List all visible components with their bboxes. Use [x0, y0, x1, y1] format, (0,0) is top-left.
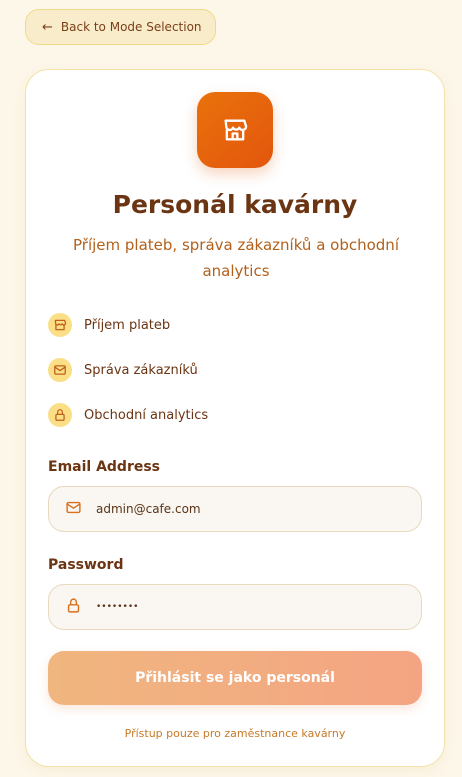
mail-icon	[48, 358, 72, 382]
email-value: admin@cafe.com	[96, 502, 201, 516]
password-label: Password	[48, 557, 124, 573]
email-label: Email Address	[48, 459, 161, 475]
feature-label: Správa zákazníků	[84, 362, 198, 378]
feature-label: Obchodní analytics	[84, 407, 209, 423]
login-card: Personál kavárny Příjem plateb, správa z…	[25, 69, 445, 767]
feature-item-analytics: Obchodní analytics	[48, 403, 208, 427]
store-icon	[48, 313, 72, 337]
arrow-left-icon: ←	[42, 19, 53, 35]
page-title: Personál kavárny	[112, 190, 358, 219]
lock-icon	[65, 597, 82, 618]
page-subtitle: Příjem plateb, správa zákazníků a obchod…	[73, 236, 399, 280]
storefront-icon	[197, 92, 273, 168]
password-field[interactable]: ••••••••	[48, 584, 422, 630]
password-value: ••••••••	[96, 602, 139, 612]
feature-item-customers: Správa zákazníků	[48, 358, 198, 382]
lock-icon	[48, 403, 72, 427]
login-staff-button[interactable]: Přihlásit se jako personál	[48, 651, 422, 705]
back-button-label: Back to Mode Selection	[60, 20, 202, 34]
mail-icon	[65, 499, 82, 520]
feature-item-payments: Příjem plateb	[48, 313, 170, 337]
email-field[interactable]: admin@cafe.com	[48, 486, 422, 532]
back-to-mode-selection-button[interactable]: ← Back to Mode Selection	[25, 9, 216, 45]
feature-label: Příjem plateb	[84, 317, 171, 333]
staff-only-note: Přístup pouze pro zaměstnance kavárny	[124, 727, 346, 740]
